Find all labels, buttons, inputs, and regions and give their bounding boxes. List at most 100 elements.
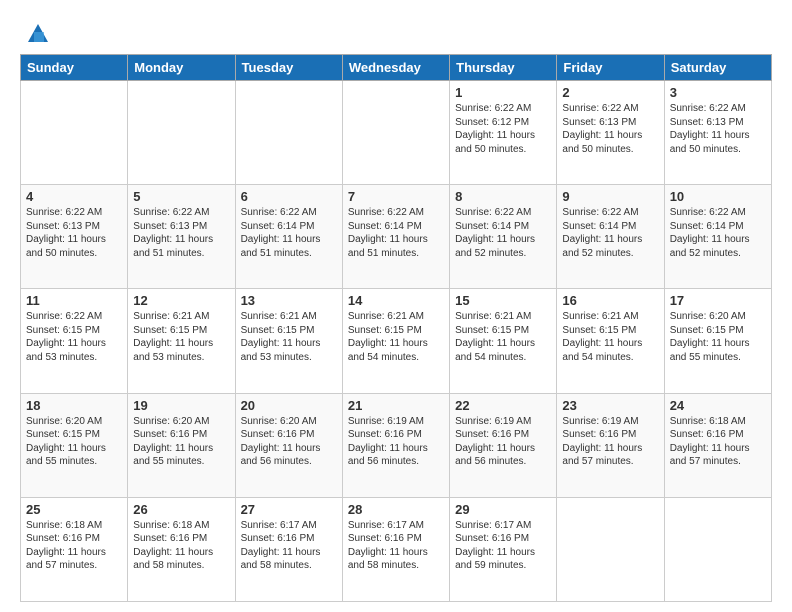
day-info: Sunrise: 6:22 AMSunset: 6:14 PMDaylight:… xyxy=(562,206,658,260)
day-info: Sunrise: 6:22 AMSunset: 6:13 PMDaylight:… xyxy=(670,102,766,156)
day-number: 26 xyxy=(133,502,229,517)
day-number: 18 xyxy=(26,398,122,413)
calendar-cell: 14 Sunrise: 6:21 AMSunset: 6:15 PMDayligh… xyxy=(342,289,449,393)
calendar-cell: 7 Sunrise: 6:22 AMSunset: 6:14 PMDaylight… xyxy=(342,185,449,289)
day-info: Sunrise: 6:20 AMSunset: 6:16 PMDaylight:… xyxy=(133,415,229,469)
calendar-cell xyxy=(557,497,664,601)
day-info: Sunrise: 6:19 AMSunset: 6:16 PMDaylight:… xyxy=(455,415,551,469)
calendar-cell: 17 Sunrise: 6:20 AMSunset: 6:15 PMDayligh… xyxy=(664,289,771,393)
calendar-cell: 15Sunrise: 6:21 AMSunset: 6:15 PMDayligh… xyxy=(450,289,557,393)
calendar-cell: 24 Sunrise: 6:18 AMSunset: 6:16 PMDayligh… xyxy=(664,393,771,497)
calendar-cell: 16 Sunrise: 6:21 AMSunset: 6:15 PMDayligh… xyxy=(557,289,664,393)
calendar-cell: 27 Sunrise: 6:17 AMSunset: 6:16 PMDayligh… xyxy=(235,497,342,601)
calendar-cell: 4 Sunrise: 6:22 AMSunset: 6:13 PMDaylight… xyxy=(21,185,128,289)
calendar-week-4: 18 Sunrise: 6:20 AMSunset: 6:15 PMDayligh… xyxy=(21,393,772,497)
calendar-cell: 9 Sunrise: 6:22 AMSunset: 6:14 PMDaylight… xyxy=(557,185,664,289)
header xyxy=(20,18,772,46)
col-wednesday: Wednesday xyxy=(342,55,449,81)
calendar-cell: 12 Sunrise: 6:21 AMSunset: 6:15 PMDayligh… xyxy=(128,289,235,393)
day-info: Sunrise: 6:19 AMSunset: 6:16 PMDaylight:… xyxy=(562,415,658,469)
day-info: Sunrise: 6:21 AMSunset: 6:15 PMDaylight:… xyxy=(241,310,337,364)
day-info: Sunrise: 6:18 AMSunset: 6:16 PMDaylight:… xyxy=(670,415,766,469)
calendar-cell: 29Sunrise: 6:17 AMSunset: 6:16 PMDayligh… xyxy=(450,497,557,601)
col-monday: Monday xyxy=(128,55,235,81)
day-number: 4 xyxy=(26,189,122,204)
calendar-cell: 3 Sunrise: 6:22 AMSunset: 6:13 PMDaylight… xyxy=(664,81,771,185)
calendar-cell xyxy=(128,81,235,185)
day-number: 8 xyxy=(455,189,551,204)
calendar-cell: 13 Sunrise: 6:21 AMSunset: 6:15 PMDayligh… xyxy=(235,289,342,393)
day-number: 14 xyxy=(348,293,444,308)
day-number: 10 xyxy=(670,189,766,204)
day-info: Sunrise: 6:20 AMSunset: 6:15 PMDaylight:… xyxy=(670,310,766,364)
calendar-cell xyxy=(21,81,128,185)
calendar-cell xyxy=(664,497,771,601)
day-number: 17 xyxy=(670,293,766,308)
calendar-cell: 22 Sunrise: 6:19 AMSunset: 6:16 PMDayligh… xyxy=(450,393,557,497)
day-info: Sunrise: 6:19 AMSunset: 6:16 PMDaylight:… xyxy=(348,415,444,469)
day-info: Sunrise: 6:21 AMSunset: 6:15 PMDaylight:… xyxy=(348,310,444,364)
day-number: 27 xyxy=(241,502,337,517)
col-saturday: Saturday xyxy=(664,55,771,81)
day-info: Sunrise: 6:21 AMSunset: 6:15 PMDaylight:… xyxy=(562,310,658,364)
day-info: Sunrise: 6:22 AMSunset: 6:14 PMDaylight:… xyxy=(670,206,766,260)
calendar-week-2: 4 Sunrise: 6:22 AMSunset: 6:13 PMDaylight… xyxy=(21,185,772,289)
day-number: 19 xyxy=(133,398,229,413)
day-number: 22 xyxy=(455,398,551,413)
day-number: 5 xyxy=(133,189,229,204)
calendar-cell: 2 Sunrise: 6:22 AMSunset: 6:13 PMDaylight… xyxy=(557,81,664,185)
day-info: Sunrise: 6:22 AMSunset: 6:14 PMDaylight:… xyxy=(348,206,444,260)
day-number: 24 xyxy=(670,398,766,413)
day-info: Sunrise: 6:20 AMSunset: 6:16 PMDaylight:… xyxy=(241,415,337,469)
day-info: Sunrise: 6:17 AMSunset: 6:16 PMDaylight:… xyxy=(348,519,444,573)
calendar-cell: 25Sunrise: 6:18 AMSunset: 6:16 PMDayligh… xyxy=(21,497,128,601)
logo xyxy=(20,18,52,46)
calendar-cell: 26 Sunrise: 6:18 AMSunset: 6:16 PMDayligh… xyxy=(128,497,235,601)
day-number: 11 xyxy=(26,293,122,308)
calendar-cell: 18 Sunrise: 6:20 AMSunset: 6:15 PMDayligh… xyxy=(21,393,128,497)
day-info: Sunrise: 6:22 AMSunset: 6:13 PMDaylight:… xyxy=(26,206,122,260)
day-info: Sunrise: 6:22 AMSunset: 6:13 PMDaylight:… xyxy=(562,102,658,156)
col-thursday: Thursday xyxy=(450,55,557,81)
day-info: Sunrise: 6:17 AMSunset: 6:16 PMDaylight:… xyxy=(455,519,551,573)
day-number: 12 xyxy=(133,293,229,308)
day-number: 9 xyxy=(562,189,658,204)
day-info: Sunrise: 6:17 AMSunset: 6:16 PMDaylight:… xyxy=(241,519,337,573)
page: Sunday Monday Tuesday Wednesday Thursday… xyxy=(0,0,792,612)
day-number: 16 xyxy=(562,293,658,308)
calendar-cell: 8 Sunrise: 6:22 AMSunset: 6:14 PMDaylight… xyxy=(450,185,557,289)
day-number: 23 xyxy=(562,398,658,413)
calendar-week-3: 11 Sunrise: 6:22 AMSunset: 6:15 PMDayligh… xyxy=(21,289,772,393)
calendar-cell: 10 Sunrise: 6:22 AMSunset: 6:14 PMDayligh… xyxy=(664,185,771,289)
calendar-cell: 11 Sunrise: 6:22 AMSunset: 6:15 PMDayligh… xyxy=(21,289,128,393)
day-info: Sunrise: 6:18 AMSunset: 6:16 PMDaylight:… xyxy=(133,519,229,573)
calendar-cell: 5 Sunrise: 6:22 AMSunset: 6:13 PMDaylight… xyxy=(128,185,235,289)
day-info: Sunrise: 6:21 AMSunset: 6:15 PMDaylight:… xyxy=(455,310,551,364)
day-number: 13 xyxy=(241,293,337,308)
day-number: 21 xyxy=(348,398,444,413)
col-friday: Friday xyxy=(557,55,664,81)
day-info: Sunrise: 6:22 AMSunset: 6:14 PMDaylight:… xyxy=(241,206,337,260)
day-number: 6 xyxy=(241,189,337,204)
day-info: Sunrise: 6:22 AMSunset: 6:13 PMDaylight:… xyxy=(133,206,229,260)
calendar-cell: 28Sunrise: 6:17 AMSunset: 6:16 PMDayligh… xyxy=(342,497,449,601)
calendar-week-1: 1Sunrise: 6:22 AMSunset: 6:12 PMDaylight… xyxy=(21,81,772,185)
calendar-table: Sunday Monday Tuesday Wednesday Thursday… xyxy=(20,54,772,602)
calendar-cell: 19 Sunrise: 6:20 AMSunset: 6:16 PMDayligh… xyxy=(128,393,235,497)
day-info: Sunrise: 6:22 AMSunset: 6:14 PMDaylight:… xyxy=(455,206,551,260)
day-number: 3 xyxy=(670,85,766,100)
logo-icon xyxy=(24,18,52,46)
day-number: 7 xyxy=(348,189,444,204)
day-info: Sunrise: 6:22 AMSunset: 6:15 PMDaylight:… xyxy=(26,310,122,364)
calendar-cell: 21 Sunrise: 6:19 AMSunset: 6:16 PMDayligh… xyxy=(342,393,449,497)
col-tuesday: Tuesday xyxy=(235,55,342,81)
day-info: Sunrise: 6:20 AMSunset: 6:15 PMDaylight:… xyxy=(26,415,122,469)
calendar-week-5: 25Sunrise: 6:18 AMSunset: 6:16 PMDayligh… xyxy=(21,497,772,601)
calendar-cell: 23 Sunrise: 6:19 AMSunset: 6:16 PMDayligh… xyxy=(557,393,664,497)
calendar-cell: 6 Sunrise: 6:22 AMSunset: 6:14 PMDaylight… xyxy=(235,185,342,289)
day-info: Sunrise: 6:22 AMSunset: 6:12 PMDaylight:… xyxy=(455,102,551,156)
calendar-cell: 20Sunrise: 6:20 AMSunset: 6:16 PMDayligh… xyxy=(235,393,342,497)
day-info: Sunrise: 6:21 AMSunset: 6:15 PMDaylight:… xyxy=(133,310,229,364)
day-number: 2 xyxy=(562,85,658,100)
calendar-cell: 1Sunrise: 6:22 AMSunset: 6:12 PMDaylight… xyxy=(450,81,557,185)
